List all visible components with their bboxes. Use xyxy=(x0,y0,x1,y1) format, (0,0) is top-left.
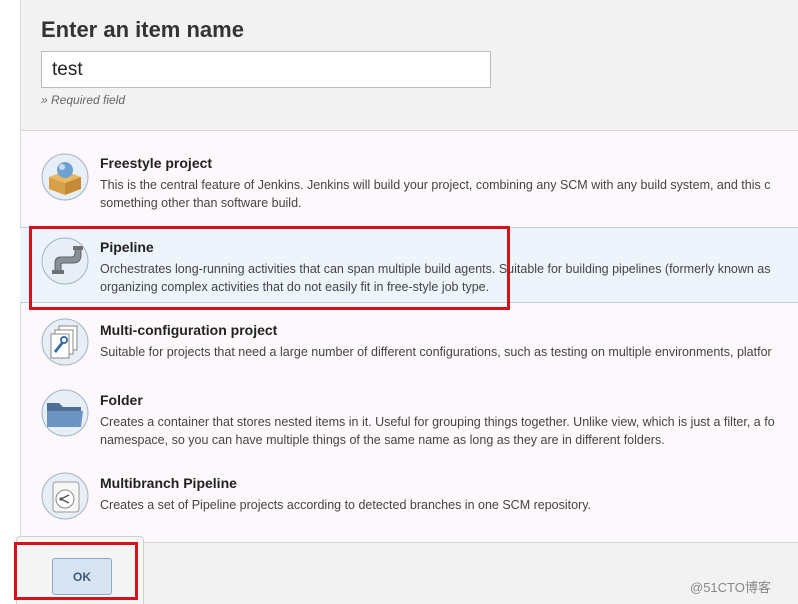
folder-icon xyxy=(41,389,89,437)
item-type-description: something other than software build. xyxy=(100,196,302,210)
item-type-folder[interactable]: Folder Creates a container that stores n… xyxy=(20,381,798,455)
item-type-description: Creates a set of Pipeline projects accor… xyxy=(100,498,592,512)
item-type-description: namespace, so you can have multiple thin… xyxy=(100,433,665,447)
item-type-title: Folder xyxy=(100,392,143,408)
required-field-note: » Required field xyxy=(41,93,126,107)
item-type-title: Freestyle project xyxy=(100,155,213,171)
item-type-title: Pipeline xyxy=(100,239,154,255)
item-type-multi-configuration[interactable]: Multi-configuration project Suitable for… xyxy=(20,311,798,373)
item-type-freestyle[interactable]: Freestyle project This is the central fe… xyxy=(20,145,798,221)
pipeline-pipe-icon xyxy=(41,237,89,285)
watermark: @51CTO博客 xyxy=(690,580,771,595)
item-type-title: Multibranch Pipeline xyxy=(100,475,237,491)
item-type-description: Orchestrates long-running activities tha… xyxy=(100,262,771,276)
item-name-input[interactable] xyxy=(41,51,491,88)
item-type-pipeline[interactable]: Pipeline Orchestrates long-running activ… xyxy=(20,227,798,303)
item-type-description: Creates a container that stores nested i… xyxy=(100,415,775,429)
item-type-description: This is the central feature of Jenkins. … xyxy=(100,178,771,192)
freestyle-box-icon xyxy=(41,153,89,201)
multi-config-icon xyxy=(41,318,89,366)
item-type-description: organizing complex activities that do no… xyxy=(100,280,490,294)
ok-button[interactable]: OK xyxy=(52,558,112,595)
item-type-description: Suitable for projects that need a large … xyxy=(100,345,772,359)
multibranch-icon xyxy=(41,472,89,520)
item-type-multibranch-pipeline[interactable]: Multibranch Pipeline Creates a set of Pi… xyxy=(20,465,798,527)
page-title: Enter an item name xyxy=(41,17,244,42)
item-type-title: Multi-configuration project xyxy=(100,322,278,338)
